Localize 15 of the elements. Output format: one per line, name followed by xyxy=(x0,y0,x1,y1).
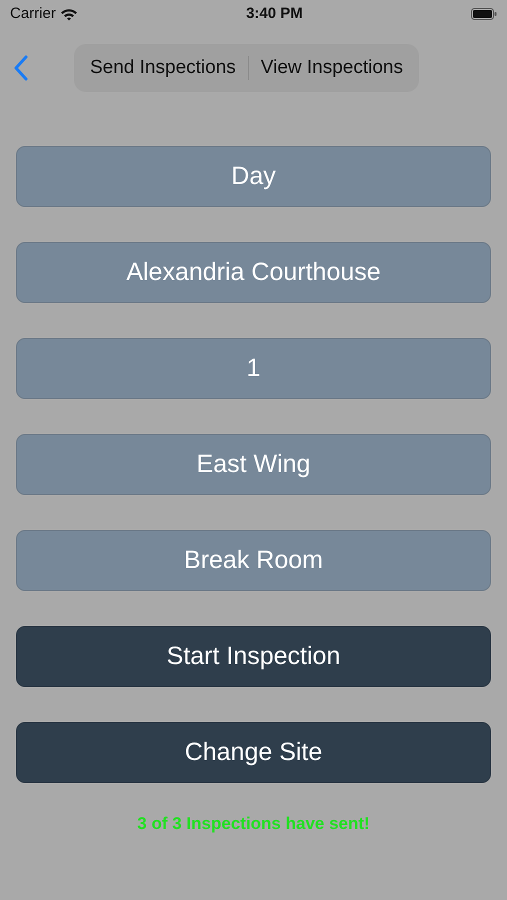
segment-tab[interactable]: View Inspections xyxy=(248,48,415,88)
selection-button[interactable]: Day xyxy=(16,146,491,207)
action-button[interactable]: Start Inspection xyxy=(16,626,491,687)
status-message: 3 of 3 Inspections have sent! xyxy=(136,813,371,835)
selection-button[interactable]: Alexandria Courthouse xyxy=(16,242,491,303)
wifi-icon xyxy=(60,8,78,20)
action-button[interactable]: Change Site xyxy=(16,722,491,783)
selection-button[interactable]: East Wing xyxy=(16,434,491,495)
carrier-label: Carrier xyxy=(10,4,56,24)
battery-icon xyxy=(470,8,497,20)
segment-tab[interactable]: Send Inspections xyxy=(78,48,248,88)
status-time: 3:40 PM xyxy=(246,4,303,24)
back-icon[interactable] xyxy=(14,55,28,81)
selection-button[interactable]: Break Room xyxy=(16,530,491,591)
selection-button[interactable]: 1 xyxy=(16,338,491,399)
